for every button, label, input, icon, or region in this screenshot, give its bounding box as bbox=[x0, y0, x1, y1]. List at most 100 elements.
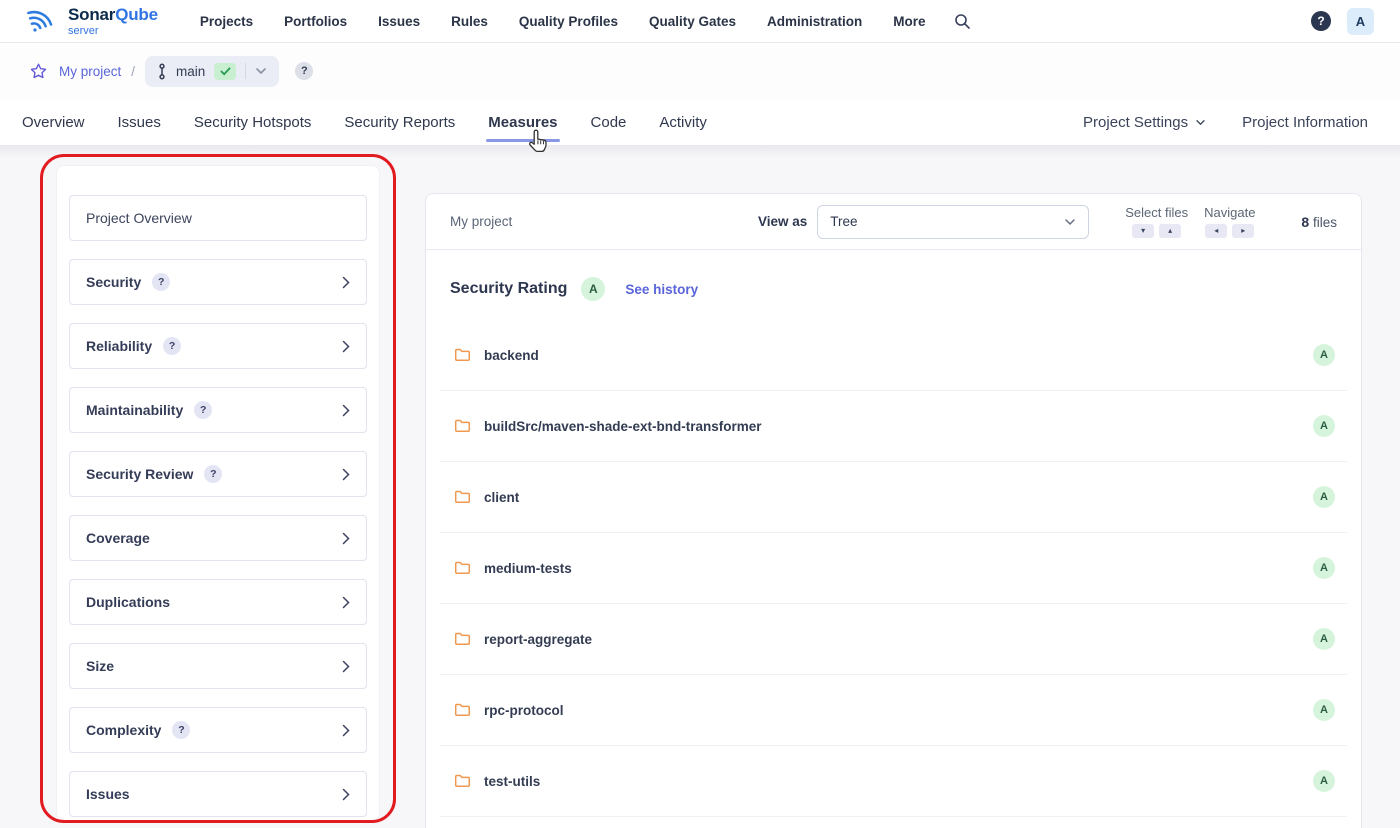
tab-security-hotspots[interactable]: Security Hotspots bbox=[194, 99, 312, 145]
sidebar-item-issues[interactable]: Issues bbox=[69, 771, 367, 817]
files-count: 8 files bbox=[1301, 214, 1337, 230]
nav-item-issues[interactable]: Issues bbox=[378, 14, 420, 29]
rating-badge: A bbox=[1313, 486, 1335, 508]
sonarqube-logo[interactable]: SonarQube server bbox=[26, 4, 158, 38]
files-list: backendAbuildSrc/maven-shade-ext-bnd-tra… bbox=[440, 320, 1347, 817]
nav-item-administration[interactable]: Administration bbox=[767, 14, 862, 29]
file-row[interactable]: backendA bbox=[440, 320, 1347, 391]
tab-issues[interactable]: Issues bbox=[118, 99, 161, 145]
sidebar-item-project-overview[interactable]: Project Overview bbox=[69, 195, 367, 241]
sidebar-item-complexity[interactable]: Complexity? bbox=[69, 707, 367, 753]
rating-badge: A bbox=[1313, 415, 1335, 437]
sidebar-item-maintainability[interactable]: Maintainability? bbox=[69, 387, 367, 433]
nav-item-portfolios[interactable]: Portfolios bbox=[284, 14, 347, 29]
top-navbar: SonarQube server Projects Portfolios Issue… bbox=[0, 0, 1400, 43]
file-row[interactable]: rpc-protocol A bbox=[440, 675, 1347, 746]
nav-item-rules[interactable]: Rules bbox=[451, 14, 488, 29]
folder-icon bbox=[454, 774, 471, 788]
file-row[interactable]: report-aggregate A bbox=[440, 604, 1347, 675]
see-history-link[interactable]: See history bbox=[625, 282, 698, 297]
rating-badge: A bbox=[1313, 699, 1335, 721]
avatar[interactable]: A bbox=[1347, 8, 1374, 35]
main-nav: Projects Portfolios Issues Rules Quality Pro… bbox=[200, 14, 926, 29]
chevron-right-icon bbox=[342, 660, 350, 673]
help-icon[interactable]: ? bbox=[163, 337, 181, 355]
select-previous-file-button[interactable]: ▴ bbox=[1159, 224, 1181, 238]
rating-badge: A bbox=[1313, 770, 1335, 792]
file-name-link[interactable]: test-utils bbox=[484, 774, 540, 789]
help-icon[interactable]: ? bbox=[172, 721, 190, 739]
nav-item-projects[interactable]: Projects bbox=[200, 14, 253, 29]
file-name-link[interactable]: report-aggregate bbox=[484, 632, 592, 647]
sidebar-item-duplications[interactable]: Duplications bbox=[69, 579, 367, 625]
view-as-label: View as bbox=[758, 214, 807, 229]
sidebar-item-label: Project Overview bbox=[86, 210, 192, 226]
sidebar-item-label: Issues bbox=[86, 786, 130, 802]
file-name-link[interactable]: medium-tests bbox=[484, 561, 572, 576]
tab-measures[interactable]: Measures bbox=[488, 99, 557, 145]
branch-icon bbox=[157, 63, 167, 80]
breadcrumb-project-link[interactable]: My project bbox=[59, 64, 121, 79]
sidebar-item-label: Size bbox=[86, 658, 114, 674]
file-row[interactable]: client A bbox=[440, 462, 1347, 533]
tab-activity[interactable]: Activity bbox=[659, 99, 707, 145]
help-icon[interactable]: ? bbox=[152, 273, 170, 291]
folder-icon bbox=[454, 632, 471, 646]
sidebar-item-security-review[interactable]: Security Review? bbox=[69, 451, 367, 497]
sidebar-item-label: Reliability bbox=[86, 338, 152, 354]
select-next-file-button[interactable]: ▾ bbox=[1132, 224, 1154, 238]
brand-sub: server bbox=[68, 26, 158, 37]
navigate-left-button[interactable]: ◂ bbox=[1205, 224, 1227, 238]
rating-badge: A bbox=[1313, 628, 1335, 650]
file-name-link[interactable]: backend bbox=[484, 348, 539, 363]
favorite-star-icon[interactable] bbox=[30, 63, 47, 79]
chevron-down-icon bbox=[1195, 119, 1206, 126]
file-row[interactable]: test-utils A bbox=[440, 746, 1347, 817]
sidebar-item-size[interactable]: Size bbox=[69, 643, 367, 689]
navigate-right-button[interactable]: ▸ bbox=[1232, 224, 1254, 238]
tab-code[interactable]: Code bbox=[591, 99, 627, 145]
file-name-link[interactable]: buildSrc/maven-shade-ext-bnd-transformer bbox=[484, 419, 762, 434]
sidebar-item-label: Complexity bbox=[86, 722, 161, 738]
tab-security-reports[interactable]: Security Reports bbox=[344, 99, 455, 145]
nav-item-quality-gates[interactable]: Quality Gates bbox=[649, 14, 736, 29]
branch-selector[interactable]: main bbox=[145, 56, 279, 87]
chevron-down-icon bbox=[255, 67, 267, 75]
file-row[interactable]: medium-testsA bbox=[440, 533, 1347, 604]
sidebar-item-label: Duplications bbox=[86, 594, 170, 610]
file-name-link[interactable]: client bbox=[484, 490, 519, 505]
sidebar-item-label: Security Review bbox=[86, 466, 193, 482]
nav-item-more[interactable]: More bbox=[893, 14, 925, 29]
sidebar-item-label: Coverage bbox=[86, 530, 150, 546]
search-icon[interactable] bbox=[954, 13, 971, 30]
chevron-right-icon bbox=[342, 276, 350, 289]
brand-name: SonarQube bbox=[68, 5, 158, 24]
project-settings-menu[interactable]: Project Settings bbox=[1083, 114, 1206, 131]
chevron-down-icon bbox=[1064, 218, 1076, 226]
chevron-right-icon bbox=[342, 468, 350, 481]
measures-main-panel: My project View as Tree Select files ▾ ▴… bbox=[425, 193, 1362, 828]
quality-gate-passed-badge bbox=[214, 63, 236, 80]
metric-heading-row: Security Rating A See history bbox=[426, 250, 1361, 320]
tab-overview[interactable]: Overview bbox=[22, 99, 85, 145]
help-icon[interactable]: ? bbox=[1311, 11, 1331, 31]
chevron-right-icon bbox=[342, 788, 350, 801]
metric-title: Security Rating bbox=[450, 280, 567, 298]
sidebar-item-label: Security bbox=[86, 274, 141, 290]
help-icon[interactable]: ? bbox=[194, 401, 212, 419]
sidebar-item-reliability[interactable]: Reliability? bbox=[69, 323, 367, 369]
view-as-select[interactable]: Tree bbox=[817, 205, 1089, 239]
sidebar-item-label: Maintainability bbox=[86, 402, 183, 418]
folder-icon bbox=[454, 561, 471, 575]
file-name-link[interactable]: rpc-protocol bbox=[484, 703, 564, 718]
sidebar-item-security[interactable]: Security? bbox=[69, 259, 367, 305]
chevron-right-icon bbox=[342, 532, 350, 545]
sidebar-item-coverage[interactable]: Coverage bbox=[69, 515, 367, 561]
file-row[interactable]: buildSrc/maven-shade-ext-bnd-transformer… bbox=[440, 391, 1347, 462]
nav-item-quality-profiles[interactable]: Quality Profiles bbox=[519, 14, 618, 29]
project-information-button[interactable]: Project Information bbox=[1242, 114, 1368, 131]
project-tabs: Overview Issues Security Hotspots Security … bbox=[22, 99, 707, 145]
branch-help-icon[interactable]: ? bbox=[295, 62, 313, 80]
component-breadcrumb-link[interactable]: My project bbox=[450, 214, 512, 229]
help-icon[interactable]: ? bbox=[204, 465, 222, 483]
